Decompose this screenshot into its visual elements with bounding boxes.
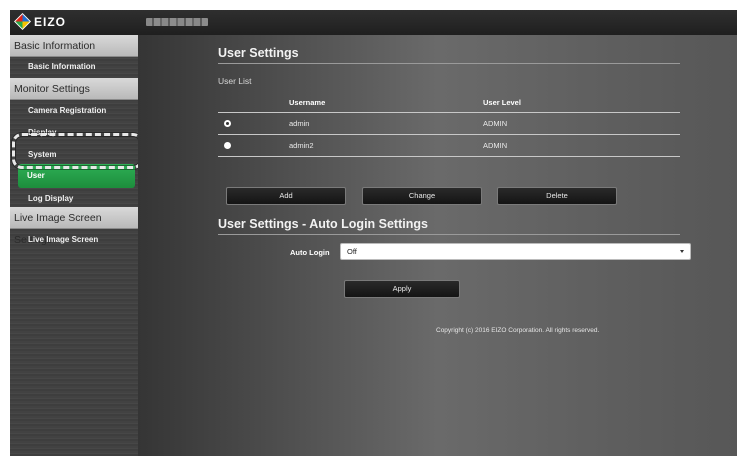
sidebar: Basic Information Basic Information Moni…: [10, 35, 138, 456]
copyright-text: Copyright (c) 2016 EIZO Corporation. All…: [436, 327, 600, 334]
sidebar-item-camera-registration[interactable]: Camera Registration: [10, 101, 138, 121]
auto-login-value: Off: [347, 247, 357, 256]
add-button[interactable]: Add: [226, 187, 346, 205]
sidebar-section-basic-information[interactable]: Basic Information: [10, 35, 138, 57]
logo-text: EIZO: [34, 15, 67, 29]
user-settings-heading: User Settings: [218, 46, 299, 60]
apply-button[interactable]: Apply: [344, 280, 460, 298]
radio-button[interactable]: [224, 142, 231, 149]
chevron-down-icon: [680, 250, 684, 253]
radio-button-selected[interactable]: [224, 120, 231, 127]
delete-button[interactable]: Delete: [497, 187, 617, 205]
change-button[interactable]: Change: [362, 187, 482, 205]
sidebar-item-log-display[interactable]: Log Display: [10, 189, 138, 209]
user-list-label: User List: [218, 76, 252, 86]
auto-login-select[interactable]: Off: [340, 243, 691, 260]
column-header-user-level: User Level: [483, 98, 521, 107]
device-name-redacted: [146, 18, 208, 26]
table-header-divider: [218, 112, 680, 113]
row-divider: [218, 134, 680, 135]
auto-login-label: Auto Login: [290, 248, 330, 257]
selection-highlight: [12, 133, 143, 169]
column-header-username: Username: [289, 98, 326, 107]
heading-divider: [218, 63, 680, 64]
user-level-cell: ADMIN: [483, 119, 508, 128]
app-window: EIZO Basic Information Basic Information…: [10, 10, 737, 456]
sidebar-item-basic-information[interactable]: Basic Information: [10, 57, 138, 77]
user-level-cell: ADMIN: [483, 141, 508, 150]
username-cell: admin: [289, 119, 310, 128]
auto-login-divider: [218, 234, 680, 235]
sidebar-section-live-image-screen-settings[interactable]: Live Image Screen Settings: [10, 207, 138, 246]
top-bar: EIZO: [10, 10, 737, 35]
sidebar-section-monitor-settings[interactable]: Monitor Settings: [10, 78, 138, 100]
username-cell: admin2: [289, 141, 314, 150]
auto-login-heading: User Settings - Auto Login Settings: [218, 217, 428, 231]
main-panel: User Settings User List Username User Le…: [138, 35, 737, 456]
sidebar-item-live-image-screen[interactable]: Live Image Screen: [10, 230, 138, 250]
row-divider: [218, 156, 680, 157]
eizo-logo-icon: [14, 13, 31, 30]
